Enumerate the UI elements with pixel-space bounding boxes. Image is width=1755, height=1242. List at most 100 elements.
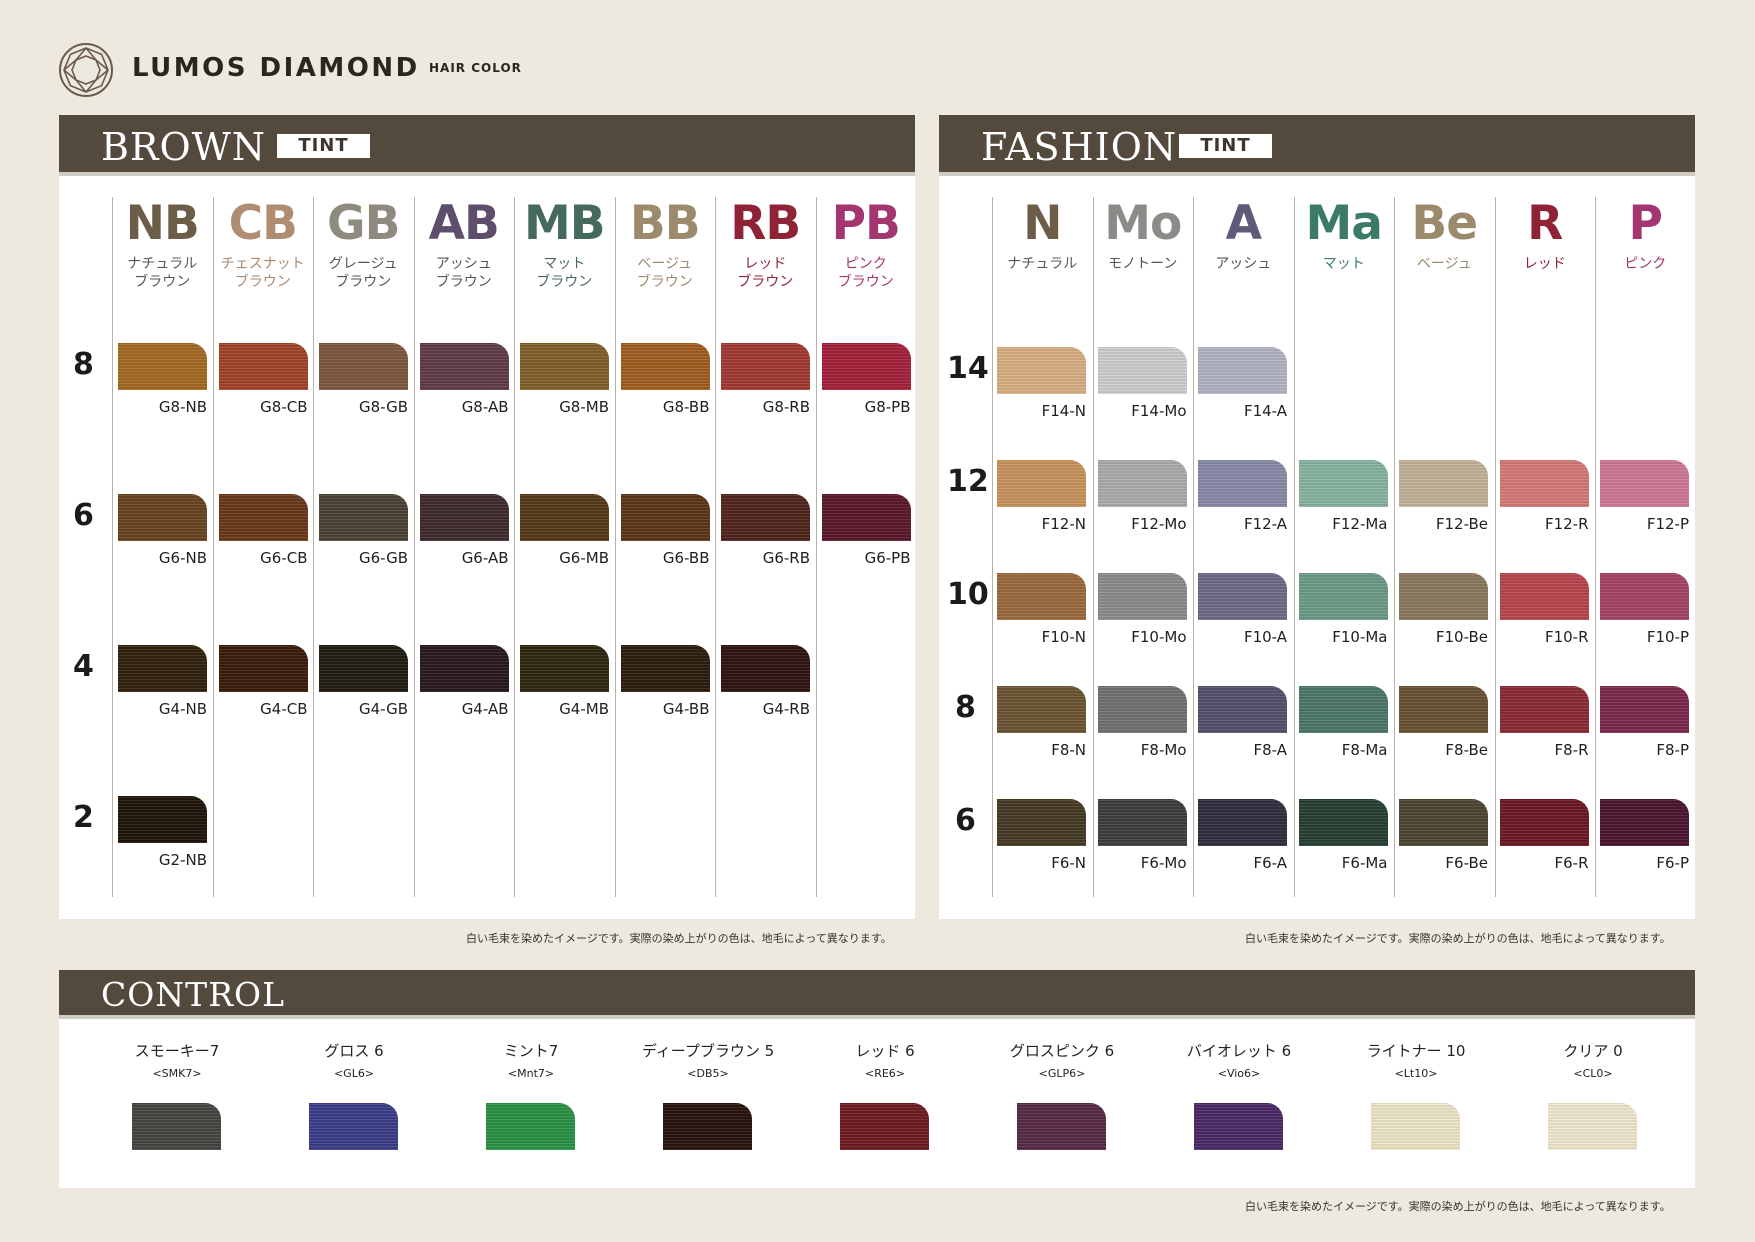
swatch-label: F10-Mo — [1131, 628, 1187, 646]
fashion-column-code: A — [1225, 196, 1262, 251]
brown-title-band: BROWN TINT — [59, 115, 915, 176]
control-panel: CONTROL スモーキー7 <SMK7> グロス 6 <GL6> ミント7 <Mnt7>… — [59, 970, 1695, 1188]
swatch-label: F8-A — [1253, 741, 1287, 759]
control-swatch — [1548, 1103, 1637, 1150]
swatch-g8-gb — [319, 343, 408, 390]
control-item-name: グロスピンク 6 — [1009, 1042, 1115, 1060]
swatch-label: F14-Mo — [1131, 402, 1187, 420]
fashion-title-band: FASHION TINT — [939, 115, 1695, 176]
swatch-g6-cb — [218, 494, 308, 541]
brown-note: 白い毛束を染めたイメージです。実際の染め上がりの色は、地毛によって異なります。 — [466, 932, 892, 945]
swatch-g6-ab — [419, 494, 509, 541]
brown-column-name: アッシュ — [435, 256, 492, 272]
brown-column-name-2: ブラウン — [536, 274, 593, 290]
brown-column-header-gb: GB グレージュブラウン — [313, 197, 414, 291]
brown-column-name: マット — [543, 256, 586, 272]
fashion-column-name: モノトーン — [1108, 256, 1178, 272]
swatch-label: F10-A — [1243, 628, 1287, 646]
fashion-column-name: レッド — [1523, 256, 1566, 272]
swatch-label: F6-Ma — [1341, 854, 1388, 872]
brown-column-name-2: ブラウン — [134, 274, 191, 290]
brown-column-code: CB — [228, 196, 298, 251]
swatch-f12-a — [1198, 460, 1287, 507]
swatch-label: F10-Ma — [1332, 628, 1388, 646]
brand-subtitle: HAIR COLOR — [429, 61, 522, 75]
brown-column-header-bb: BB ベージュ ブラウン — [615, 197, 716, 291]
brown-title: BROWN — [101, 125, 266, 169]
brown-column-code: GB — [327, 196, 400, 251]
swatch-label: G6-GB — [358, 549, 408, 567]
swatch-f10-be — [1399, 573, 1488, 620]
swatch-g8-mb — [520, 343, 609, 390]
swatch-label: G4-NB — [158, 700, 207, 718]
swatch-label: G8-PB — [864, 398, 911, 416]
swatch-label: F8-R — [1554, 741, 1589, 759]
swatch-label: G8-NB — [158, 398, 207, 416]
fashion-title: FASHION — [981, 125, 1178, 169]
swatch-label: F10-P — [1646, 628, 1689, 646]
swatch-f10-ma — [1298, 573, 1388, 620]
swatch-f14-mo — [1097, 347, 1187, 394]
control-item-code: <Vio6> — [1217, 1067, 1261, 1080]
swatch-f8-be — [1399, 686, 1488, 733]
swatch-label: G6-CB — [260, 549, 308, 567]
fashion-level-14: 14 — [947, 351, 989, 386]
brown-column-name: グレージュ — [328, 256, 398, 272]
swatch-f14-a — [1198, 347, 1287, 394]
control-item-name: ライトナー 10 — [1366, 1042, 1466, 1060]
swatch-label: G6-BB — [662, 549, 710, 567]
swatch-g6-bb — [620, 494, 710, 541]
control-item-code: <GL6> — [333, 1067, 375, 1080]
control-item-name: クリア 0 — [1563, 1042, 1623, 1060]
fashion-column-header-be: Be ベージュ — [1394, 197, 1495, 273]
swatch-label: G4-CB — [260, 700, 308, 718]
swatch-g6-mb — [520, 494, 609, 541]
swatch-label: F14-N — [1041, 402, 1086, 420]
brown-column-code: MB — [523, 196, 606, 251]
swatch-f8-a — [1198, 686, 1287, 733]
fashion-column-header-a: A アッシュ — [1193, 197, 1294, 273]
fashion-level-12: 12 — [947, 464, 989, 499]
swatch-label: G8-GB — [358, 398, 408, 416]
swatch-label: F8-N — [1051, 741, 1086, 759]
brown-column-header-mb: MB マットブラウン — [514, 197, 615, 291]
swatch-f10-mo — [1097, 573, 1187, 620]
control-item-name: スモーキー7 — [134, 1042, 220, 1060]
brown-column-name: チェスナット — [220, 256, 305, 272]
swatch-label: G4-MB — [559, 700, 609, 718]
swatch-label: F14-A — [1243, 402, 1287, 420]
control-item-name: グロス 6 — [324, 1042, 384, 1060]
column-divider — [112, 197, 113, 897]
swatch-f10-r — [1499, 573, 1589, 620]
swatch-label: F10-R — [1544, 628, 1589, 646]
brown-column-code: AB — [428, 196, 500, 251]
control-item-code: <Mnt7> — [507, 1067, 555, 1080]
fashion-column-header-p: P ピンク — [1595, 197, 1696, 273]
brown-level-6: 6 — [73, 498, 94, 533]
swatch-g4-nb — [118, 645, 207, 692]
swatch-f6-ma — [1298, 799, 1388, 846]
swatch-label: G4-RB — [762, 700, 810, 718]
control-item-code: <RE6> — [864, 1067, 906, 1080]
brown-column-name: ナチュラル — [127, 256, 198, 272]
swatch-label: G2-NB — [158, 851, 207, 869]
control-item-code: <CL0> — [1573, 1067, 1613, 1080]
brown-column-name: ピンク — [844, 256, 887, 272]
brown-column-header-nb: NB ナチュラル ブラウン — [112, 197, 213, 291]
swatch-label: G6-PB — [864, 549, 911, 567]
swatch-f14-n — [997, 347, 1086, 394]
column-divider — [715, 197, 716, 897]
fashion-level-8: 8 — [955, 690, 976, 725]
fashion-column-name: ナチュラル — [1007, 256, 1078, 272]
brown-column-header-pb: PB ピンク ブラウン — [816, 197, 917, 291]
brand-name: LUMOS DIAMOND — [132, 53, 420, 83]
swatch-label: F10-Be — [1435, 628, 1488, 646]
brown-panel: BROWN TINT 8 6 4 2 NB ナチュラル ブラウン G8-NB G6-NB G4-N… — [59, 115, 915, 919]
swatch-label: G6-MB — [559, 549, 609, 567]
fashion-column-code: Be — [1411, 196, 1478, 251]
brown-column-name-2: ブラウン — [335, 274, 392, 290]
control-item-name: ミント7 — [503, 1042, 559, 1060]
control-swatch — [1017, 1103, 1106, 1150]
swatch-label: F12-Ma — [1332, 515, 1388, 533]
control-swatch — [1371, 1103, 1460, 1150]
